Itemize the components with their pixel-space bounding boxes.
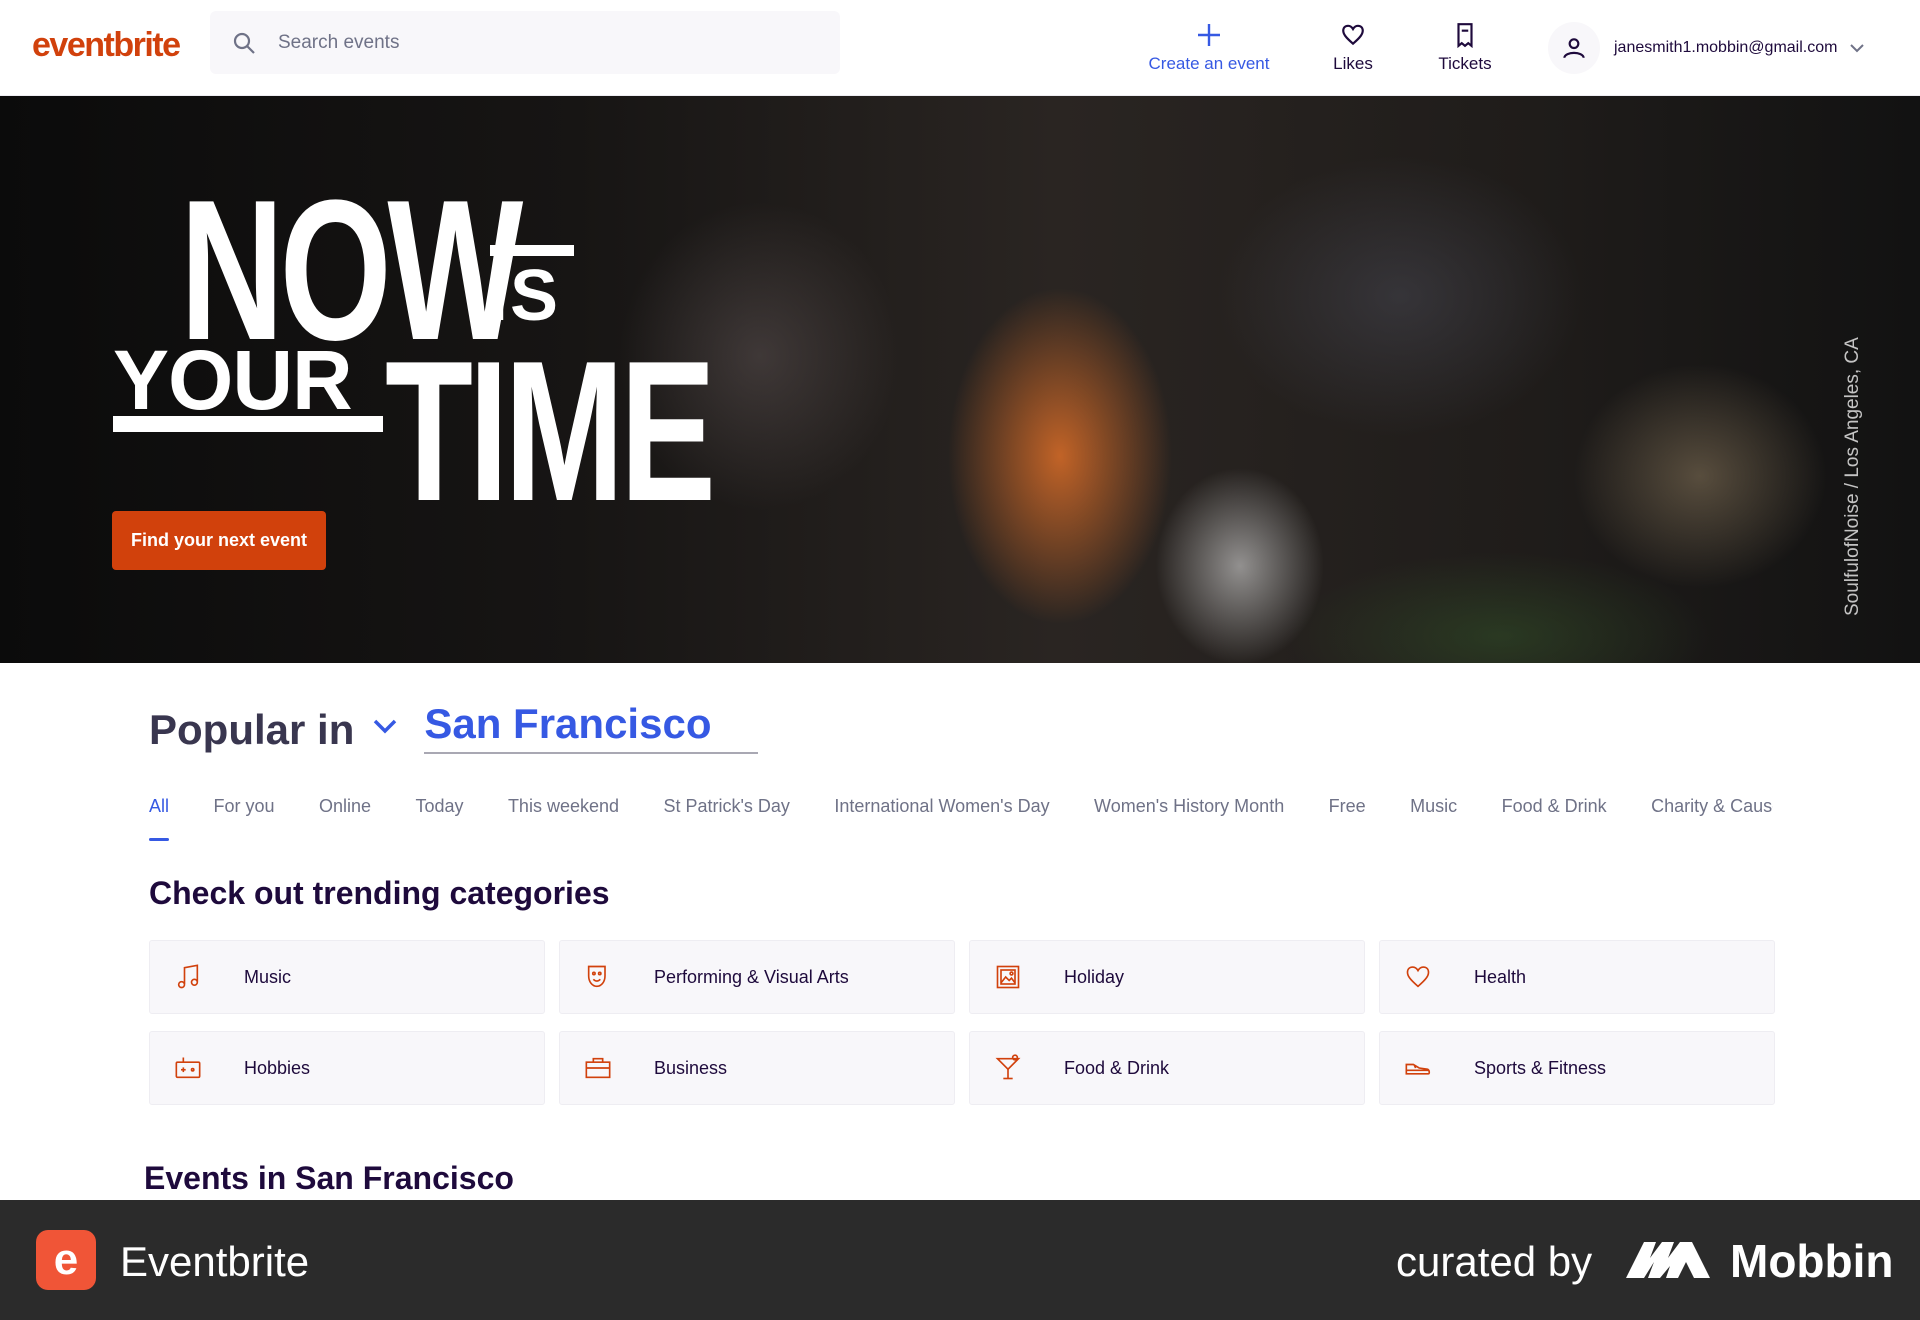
category-card-holiday[interactable]: Holiday (969, 940, 1365, 1014)
tab-all[interactable]: All (149, 796, 170, 841)
chevron-down-icon[interactable] (372, 718, 398, 734)
tab-free[interactable]: Free (1329, 796, 1366, 841)
category-card-music[interactable]: Music (149, 940, 545, 1014)
location-selector: Popular in San Francisco (149, 700, 759, 754)
tab-today[interactable]: Today (415, 796, 463, 841)
mobbin-wordmark: Mobbin (1730, 1235, 1894, 1287)
category-label: Sports & Fitness (1474, 1057, 1607, 1078)
account-email: janesmith1.mobbin@gmail.com (1614, 39, 1838, 56)
create-event-button[interactable]: Create an event (1144, 22, 1274, 74)
hero-your-underline (113, 416, 383, 432)
tab-music[interactable]: Music (1410, 796, 1457, 841)
ticket-icon (1457, 23, 1473, 48)
create-event-label: Create an event (1148, 54, 1270, 73)
search-input[interactable] (278, 11, 818, 74)
game-controller-icon (175, 1057, 201, 1079)
city-selector[interactable]: San Francisco (424, 700, 759, 754)
account-menu[interactable]: janesmith1.mobbin@gmail.com (1548, 20, 1865, 76)
category-card-food-drink[interactable]: Food & Drink (969, 1031, 1365, 1105)
popular-in-label: Popular in (149, 706, 355, 753)
tab-charity-causes[interactable]: Charity & Causes (1651, 796, 1773, 841)
category-label: Hobbies (244, 1057, 311, 1078)
category-card-hobbies[interactable]: Hobbies (149, 1031, 545, 1105)
photo-credit: SoulfulofNoise / Los Angeles, CA (1842, 337, 1863, 616)
trending-categories-title: Check out trending categories (149, 875, 610, 911)
likes-label: Likes (1333, 54, 1373, 73)
tab-food-drink[interactable]: Food & Drink (1502, 796, 1607, 841)
find-next-event-button[interactable]: Find your next event (112, 511, 326, 570)
eventbrite-logo[interactable]: eventbrite (32, 26, 181, 65)
avatar[interactable] (1548, 22, 1600, 74)
hero-headline-your: YOUR (113, 333, 353, 427)
curated-by-label: curated by (1396, 1238, 1593, 1285)
tickets-label: Tickets (1438, 54, 1492, 73)
tickets-button[interactable]: Tickets (1425, 22, 1505, 74)
category-card-sports-fitness[interactable]: Sports & Fitness (1379, 1031, 1775, 1105)
event-filter-tabs: All For you Online Today This weekend St… (149, 796, 1773, 846)
category-label: Holiday (1064, 966, 1125, 987)
hero-banner: NOW IS YOUR TIME Find your next event So… (0, 96, 1920, 663)
hero-headline-time: TIME (385, 320, 716, 543)
sneaker-icon (1405, 1063, 1431, 1075)
footer-app-name: Eventbrite (120, 1238, 310, 1285)
events-section-title: Events in San Francisco (144, 1160, 514, 1196)
tab-womens-history-month[interactable]: Women's History Month (1094, 796, 1284, 841)
category-card-business[interactable]: Business (559, 1031, 955, 1105)
search-bar[interactable] (210, 11, 840, 74)
briefcase-icon (585, 1057, 611, 1079)
photo-frame-icon (996, 965, 1020, 989)
search-icon (233, 32, 255, 54)
category-label: Business (654, 1057, 728, 1078)
category-grid: Music Performing & Visual Arts Holiday H… (149, 940, 1775, 1105)
heart-icon (1406, 966, 1430, 988)
heart-icon (1342, 24, 1364, 46)
user-icon (1563, 38, 1585, 59)
chevron-down-icon[interactable] (1849, 43, 1865, 53)
tab-this-weekend[interactable]: This weekend (508, 796, 619, 841)
tab-international-womens-day[interactable]: International Women's Day (834, 796, 1049, 841)
category-card-performing-visual-arts[interactable]: Performing & Visual Arts (559, 940, 955, 1014)
cocktail-icon (995, 1054, 1021, 1080)
category-label: Music (244, 966, 292, 987)
music-note-icon (177, 964, 199, 989)
mobbin-footer: e Eventbrite curated by Mobbin (0, 1200, 1920, 1320)
category-label: Performing & Visual Arts (654, 966, 849, 987)
plus-icon (1198, 24, 1220, 46)
category-label: Food & Drink (1064, 1057, 1170, 1078)
tab-st-patricks-day[interactable]: St Patrick's Day (663, 796, 789, 841)
category-label: Health (1474, 966, 1527, 987)
eventbrite-app-icon: e (36, 1230, 96, 1290)
hero-is-underline (490, 245, 574, 256)
category-card-health[interactable]: Health (1379, 940, 1775, 1014)
likes-button[interactable]: Likes (1318, 22, 1388, 74)
tab-online[interactable]: Online (319, 796, 371, 841)
top-nav-bar: eventbrite Create an event Likes Tickets (0, 0, 1920, 96)
theater-mask-icon (587, 965, 606, 988)
mobbin-logo-icon (1626, 1242, 1710, 1278)
tab-for-you[interactable]: For you (213, 796, 274, 841)
